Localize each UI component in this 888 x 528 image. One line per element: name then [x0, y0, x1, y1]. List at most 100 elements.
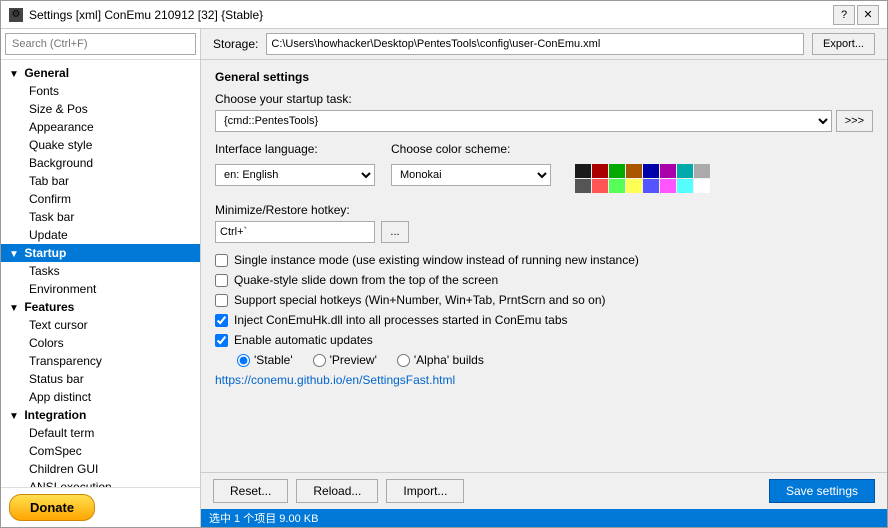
window-controls: ? ✕ — [833, 5, 879, 25]
sidebar-item-quake[interactable]: Quake style — [1, 136, 200, 154]
sidebar-item-confirm[interactable]: Confirm — [1, 190, 200, 208]
radio-stable[interactable] — [237, 354, 250, 367]
radio-label-alpha: 'Alpha' builds — [397, 353, 484, 367]
sidebar-item-general[interactable]: ▼ General — [1, 64, 200, 82]
sidebar-item-status-bar[interactable]: Status bar — [1, 370, 200, 388]
window-title: Settings [xml] ConEmu 210912 [32] {Stabl… — [29, 8, 833, 22]
sidebar-item-ansi-exec[interactable]: ANSI execution — [1, 478, 200, 487]
sidebar-item-fonts[interactable]: Fonts — [1, 82, 200, 100]
hotkey-input[interactable] — [215, 221, 375, 243]
status-bar: 选中 1 个项目 9.00 KB — [201, 509, 887, 527]
color-cell — [575, 164, 591, 178]
color-cell — [660, 164, 676, 178]
sidebar-item-integration[interactable]: ▼ Integration — [1, 406, 200, 424]
checkbox-label-inject_dll: Inject ConEmuHk.dll into all processes s… — [234, 313, 568, 327]
checkbox-inject_dll[interactable] — [215, 314, 228, 327]
hotkey-input-row: ... — [215, 221, 873, 243]
color-cell — [643, 164, 659, 178]
color-cell — [575, 179, 591, 193]
lang-block: Interface language: en: English — [215, 142, 375, 193]
checkbox-row: Inject ConEmuHk.dll into all processes s… — [215, 313, 873, 327]
section-title: General settings — [215, 70, 873, 84]
checkbox-auto_update[interactable] — [215, 334, 228, 347]
color-cell — [694, 179, 710, 193]
expand-icon: ▼ — [9, 69, 21, 80]
checkbox-row: Support special hotkeys (Win+Number, Win… — [215, 293, 873, 307]
color-scheme-select[interactable]: Monokai — [391, 164, 551, 186]
interface-select[interactable]: en: English — [215, 164, 375, 186]
close-button[interactable]: ✕ — [857, 5, 879, 25]
app-icon: ⚙ — [9, 8, 23, 22]
color-cell — [643, 179, 659, 193]
color-cell — [694, 164, 710, 178]
checkbox-label-single_instance: Single instance mode (use existing windo… — [234, 253, 639, 267]
right-panel: Storage: Export... General settings Choo… — [201, 29, 887, 527]
content-area: General settings Choose your startup tas… — [201, 60, 887, 472]
save-button[interactable]: Save settings — [769, 479, 875, 503]
palette-block — [567, 142, 710, 193]
hotkey-label: Minimize/Restore hotkey: — [215, 203, 873, 217]
sidebar-item-app-distinct[interactable]: App distinct — [1, 388, 200, 406]
sidebar-item-text-cursor[interactable]: Text cursor — [1, 316, 200, 334]
import-button[interactable]: Import... — [386, 479, 464, 503]
help-button[interactable]: ? — [833, 5, 855, 25]
expand-icon: ▼ — [9, 303, 21, 314]
sidebar-item-environment[interactable]: Environment — [1, 280, 200, 298]
sidebar-item-tasks[interactable]: Tasks — [1, 262, 200, 280]
checkbox-quake_slide[interactable] — [215, 274, 228, 287]
startup-task-row: Choose your startup task: {cmd::PentesTo… — [215, 92, 873, 132]
color-cell — [592, 179, 608, 193]
startup-arrows-button[interactable]: >>> — [836, 110, 873, 132]
color-cell — [609, 164, 625, 178]
color-cell — [660, 179, 676, 193]
storage-bar: Storage: Export... — [201, 29, 887, 60]
search-box — [1, 29, 200, 60]
checkbox-single_instance[interactable] — [215, 254, 228, 267]
main-window: ⚙ Settings [xml] ConEmu 210912 [32] {Sta… — [0, 0, 888, 528]
radio-label-preview: 'Preview' — [313, 353, 377, 367]
sidebar-item-task-bar[interactable]: Task bar — [1, 208, 200, 226]
radio-group: 'Stable''Preview''Alpha' builds — [237, 353, 873, 367]
sidebar-item-features[interactable]: ▼ Features — [1, 298, 200, 316]
reload-button[interactable]: Reload... — [296, 479, 378, 503]
color-palette — [575, 164, 710, 193]
sidebar-item-default-term[interactable]: Default term — [1, 424, 200, 442]
radio-alpha[interactable] — [397, 354, 410, 367]
interface-label: Interface language: — [215, 142, 375, 156]
sidebar-item-size-pos[interactable]: Size & Pos — [1, 100, 200, 118]
sidebar-item-startup[interactable]: ▼ Startup — [1, 244, 200, 262]
sidebar-item-transparency[interactable]: Transparency — [1, 352, 200, 370]
lang-color-row: Interface language: en: English Choose c… — [215, 142, 873, 193]
storage-label: Storage: — [213, 37, 258, 51]
expand-icon: ▼ — [9, 411, 21, 422]
title-bar: ⚙ Settings [xml] ConEmu 210912 [32] {Sta… — [1, 1, 887, 29]
sidebar-item-colors[interactable]: Colors — [1, 334, 200, 352]
hotkey-browse-button[interactable]: ... — [381, 221, 409, 243]
sidebar-item-children-gui[interactable]: Children GUI — [1, 460, 200, 478]
checkbox-label-quake_slide: Quake-style slide down from the top of t… — [234, 273, 498, 287]
sidebar-item-comspec[interactable]: ComSpec — [1, 442, 200, 460]
reset-button[interactable]: Reset... — [213, 479, 288, 503]
startup-label: Choose your startup task: — [215, 92, 873, 106]
color-cell — [626, 179, 642, 193]
export-button[interactable]: Export... — [812, 33, 875, 55]
sidebar-item-background[interactable]: Background — [1, 154, 200, 172]
storage-input[interactable] — [266, 33, 804, 55]
settings-fast-link[interactable]: https://conemu.github.io/en/SettingsFast… — [215, 373, 455, 387]
startup-select[interactable]: {cmd::PentesTools} — [215, 110, 832, 132]
radio-preview[interactable] — [313, 354, 326, 367]
link-area: https://conemu.github.io/en/SettingsFast… — [215, 373, 873, 387]
sidebar-item-tab-bar[interactable]: Tab bar — [1, 172, 200, 190]
sidebar-item-update[interactable]: Update — [1, 226, 200, 244]
status-text: 选中 1 个项目 9.00 KB — [209, 510, 318, 526]
donate-button[interactable]: Donate — [9, 494, 95, 521]
sidebar-item-appearance[interactable]: Appearance — [1, 118, 200, 136]
search-input[interactable] — [5, 33, 196, 55]
palette-spacer — [567, 142, 710, 156]
tree: ▼ General Fonts Size & Pos Appearance Qu… — [1, 60, 200, 487]
color-scheme-label: Choose color scheme: — [391, 142, 551, 156]
checkbox-special_hotkeys[interactable] — [215, 294, 228, 307]
color-scheme-block: Choose color scheme: Monokai — [391, 142, 551, 193]
main-content: ▼ General Fonts Size & Pos Appearance Qu… — [1, 29, 887, 527]
bottom-bar: Reset... Reload... Import... Save settin… — [201, 472, 887, 509]
